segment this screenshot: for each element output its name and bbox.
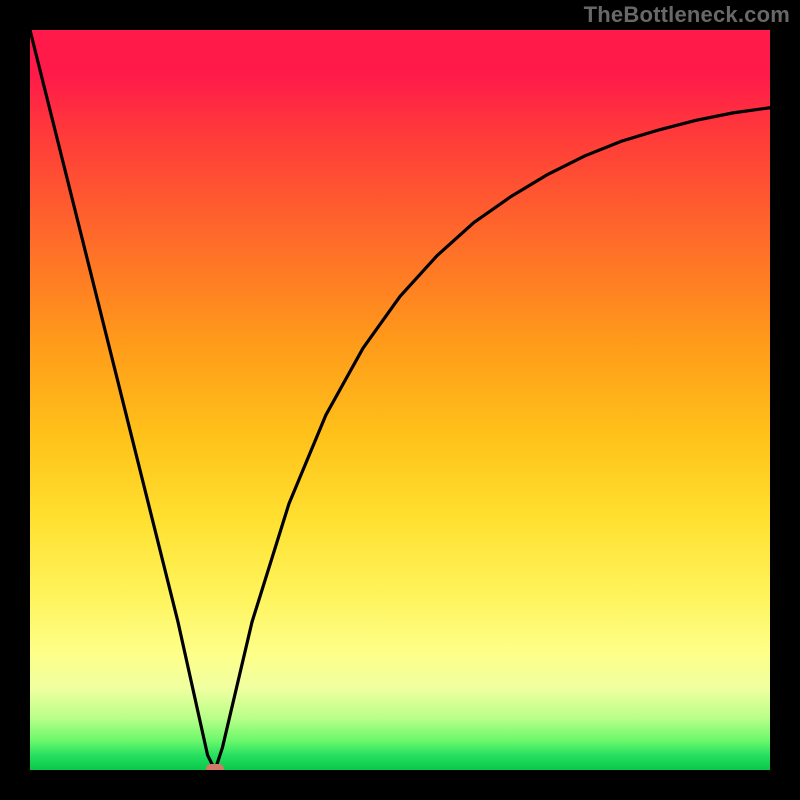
watermark-text: TheBottleneck.com: [584, 2, 790, 28]
chart-frame: TheBottleneck.com: [0, 0, 800, 800]
bottleneck-curve: [30, 30, 770, 770]
plot-area: [30, 30, 770, 770]
minimum-marker: [206, 764, 224, 770]
